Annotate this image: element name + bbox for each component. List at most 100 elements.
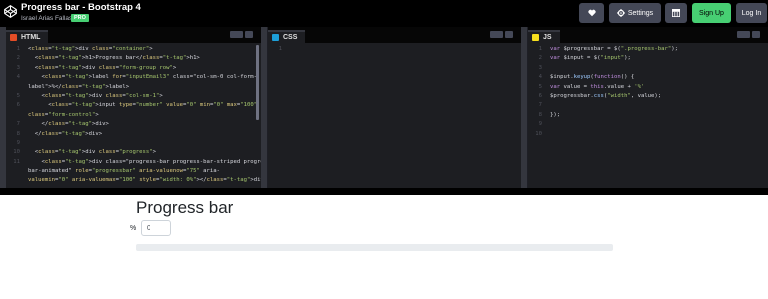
html-line-number: 6 (16, 102, 20, 109)
js-line-number: 7 (538, 102, 542, 109)
html-line-text: <class="t-tag">div class="progress"> (28, 149, 157, 156)
css-js-resize-gutter[interactable] (521, 27, 527, 188)
editor-area: HTML 1 <class="t-tag">div class="containe… (0, 27, 768, 188)
html-line-text: <class="t-tag">div class="form-group row… (28, 64, 177, 71)
html-code-line: 4 <class="t-tag">label for="inputEmail3"… (6, 73, 261, 82)
js-code-line: 2 var $input = $("input"); (528, 54, 768, 63)
signup-button[interactable]: Sign Up (692, 3, 731, 23)
preview-heading: Progress bar (136, 198, 234, 217)
html-code-line: valuemin="0" aria-valuemax="100" style="… (6, 176, 261, 185)
js-line-number: 5 (538, 83, 542, 90)
js-line-text: var $progressbar = $(".progress-bar"); (550, 46, 679, 52)
js-line-text: var $input = $("input"); (550, 55, 631, 62)
html-line-number: 7 (16, 121, 20, 128)
js-editor-pane: JS 1 var $progressbar = $(".progress-bar"… (528, 27, 768, 188)
html-code-line: 6 <class="t-tag">input type="number" val… (6, 101, 261, 110)
html-line-number: 5 (16, 92, 20, 99)
js-line-number: 8 (538, 111, 542, 118)
html-line-text: label">%</class="t-tag">label> (28, 83, 130, 90)
js-code-editor[interactable]: 1 var $progressbar = $(".progress-bar"); 2… (528, 45, 768, 188)
pen-title[interactable]: Progress bar - Bootstrap 4 (21, 2, 141, 13)
js-code-line: 6 $progressbar.css("width", value); (528, 92, 768, 101)
js-code-line: 3 (528, 64, 768, 73)
js-line-number: 3 (538, 64, 542, 71)
js-pane-label: JS (543, 34, 552, 41)
html-code-line: label">%</class="t-tag">label> (6, 83, 261, 92)
html-scrollbar[interactable] (256, 45, 259, 120)
js-pane-tab[interactable]: JS (528, 30, 560, 43)
js-line-text: var value = this.value + '%' (550, 83, 645, 90)
html-code-line: 10 <class="t-tag">div class="progress"> (6, 148, 261, 157)
js-code-line: 5 var value = this.value + '%' (528, 83, 768, 92)
html-line-text: <class="t-tag">input type="number" value… (28, 102, 258, 109)
html-icon (10, 34, 17, 41)
pro-badge: PRO (71, 14, 89, 22)
html-line-text: <class="t-tag">div class="progress-bar p… (28, 158, 261, 165)
html-code-line: 5 <class="t-tag">div class="col-sm-1"> (6, 92, 261, 101)
login-button[interactable]: Log In (736, 3, 767, 23)
layout-icon (672, 9, 680, 17)
js-code-line: 1 var $progressbar = $(".progress-bar"); (528, 45, 768, 54)
html-line-text: </class="t-tag">div> (28, 130, 103, 137)
result-preview: Progress bar % (0, 195, 768, 299)
gear-icon (616, 9, 625, 17)
html-line-number: 2 (16, 55, 20, 62)
js-line-text: $progressbar.css("width", value); (550, 92, 662, 99)
js-settings-dropdown[interactable] (737, 31, 750, 38)
html-line-text: bar-animated" role="progressbar" aria-va… (28, 168, 221, 175)
html-code-line: 1 <class="t-tag">div class="container"> (6, 45, 261, 54)
js-code-line: 9 (528, 120, 768, 129)
html-pane-tab[interactable]: HTML (6, 30, 49, 43)
html-line-text: <class="t-tag">h1>Progress bar</class="t… (28, 55, 200, 62)
settings-button[interactable]: Settings (609, 3, 661, 23)
css-collapse-toggle[interactable] (505, 31, 513, 38)
love-button[interactable] (579, 3, 604, 23)
js-collapse-toggle[interactable] (752, 31, 760, 38)
html-code-line: 2 <class="t-tag">h1>Progress bar</class=… (6, 54, 261, 63)
js-code-line: 10 (528, 130, 768, 139)
html-line-text: valuemin="0" aria-valuemax="100" style="… (28, 177, 261, 184)
js-line-text: }); (550, 111, 561, 118)
css-pane-tab[interactable]: CSS (268, 30, 306, 43)
html-editor-pane: HTML 1 <class="t-tag">div class="containe… (6, 27, 261, 188)
css-line-number: 1 (278, 46, 282, 52)
css-pane-tools (490, 31, 513, 38)
html-line-number: 4 (16, 74, 20, 81)
change-view-button[interactable] (665, 3, 687, 23)
css-editor-pane: CSS 1 (268, 27, 521, 188)
js-line-number: 1 (538, 46, 542, 52)
js-pane-header (528, 27, 768, 43)
preview-resize-bar[interactable] (0, 188, 768, 195)
settings-label: Settings (627, 9, 654, 17)
html-line-text: <class="t-tag">label for="inputEmail3" c… (28, 74, 258, 81)
html-line-number: 9 (16, 139, 20, 146)
html-pane-label: HTML (21, 34, 41, 41)
top-header: Progress bar - Bootstrap 4 Israel Arias … (0, 0, 768, 27)
css-pane-label: CSS (283, 34, 298, 41)
js-line-number: 9 (538, 121, 542, 128)
html-line-number: 3 (16, 64, 20, 71)
html-line-text: <class="t-tag">div class="container"> (28, 46, 153, 52)
html-code-editor[interactable]: 1 <class="t-tag">div class="container"> 2 … (6, 45, 261, 188)
codepen-logo-icon[interactable] (4, 5, 17, 18)
progress-track (136, 244, 613, 251)
html-code-line: 7 </class="t-tag">div> (6, 120, 261, 129)
css-icon (272, 34, 279, 41)
js-code-line: 7 (528, 101, 768, 110)
js-code-line: 8}); (528, 111, 768, 120)
html-settings-dropdown[interactable] (230, 31, 243, 38)
html-code-line: 8 </class="t-tag">div> (6, 130, 261, 139)
css-code-editor[interactable]: 1 (268, 45, 521, 188)
html-line-number: 10 (13, 149, 20, 156)
html-code-line: 3 <class="t-tag">div class="form-group r… (6, 64, 261, 73)
html-line-text: </class="t-tag">div> (28, 121, 109, 128)
css-settings-dropdown[interactable] (490, 31, 503, 38)
html-css-resize-gutter[interactable] (261, 27, 267, 188)
percent-input[interactable] (141, 220, 171, 236)
percent-label: % (130, 225, 137, 232)
html-line-number: 1 (16, 46, 20, 52)
author-name[interactable]: Israel Arias Fallas (21, 15, 72, 22)
html-collapse-toggle[interactable] (245, 31, 253, 38)
js-icon (532, 34, 539, 41)
html-line-text: class="form-control"> (28, 111, 99, 118)
